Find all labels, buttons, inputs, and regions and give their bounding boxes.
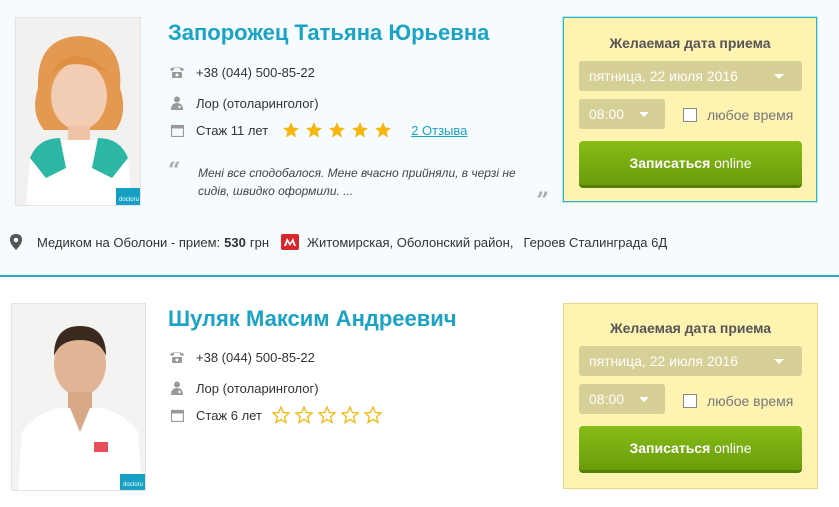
- price-unit: грн: [249, 234, 270, 250]
- specialty-row: Лор (отоларинголог): [168, 94, 319, 112]
- time-select[interactable]: 08:00: [579, 99, 665, 129]
- booking-panel: Желаемая дата приема пятница, 22 июля 20…: [563, 303, 818, 489]
- rating-stars: [282, 121, 397, 139]
- chevron-down-icon: [774, 74, 784, 79]
- chevron-down-icon: [639, 397, 649, 402]
- star-icon: [317, 406, 336, 424]
- doctor-icon: [168, 380, 186, 396]
- star-icon: [363, 406, 382, 424]
- clinic-name[interactable]: Медиком на Оболони - прием:: [37, 235, 220, 250]
- book-button-light: online: [714, 155, 752, 171]
- booking-title: Желаемая дата приема: [609, 320, 772, 336]
- phone-icon: [168, 64, 186, 80]
- svg-text:doctoru: doctoru: [123, 482, 143, 488]
- review-quote: “ Мені все сподобалося. Мене вчасно прий…: [168, 158, 553, 212]
- star-icon: [329, 122, 346, 138]
- booking-title: Желаемая дата приема: [609, 35, 771, 51]
- chevron-down-icon: [774, 359, 784, 364]
- specialty-row: Лор (отоларинголог): [168, 379, 319, 397]
- time-value: 08:00: [589, 391, 625, 407]
- book-button-bold: Записаться: [629, 155, 711, 171]
- doctor-card: doctoru Запорожец Татьяна Юрьевна +38 (0…: [0, 0, 839, 277]
- doctor-photo[interactable]: doctoru: [11, 303, 146, 491]
- book-online-button[interactable]: Записаться online: [579, 141, 802, 185]
- chevron-down-icon: [639, 112, 649, 117]
- phone-number[interactable]: +38 (044) 500-85-22: [196, 350, 315, 365]
- any-time-checkbox[interactable]: [683, 108, 697, 122]
- calendar-icon: [168, 122, 186, 138]
- phone-row: +38 (044) 500-85-22: [168, 348, 315, 366]
- phone-icon: [168, 349, 186, 365]
- any-time-label: любое время: [707, 393, 794, 409]
- doctor-name[interactable]: Шуляк Максим Андреевич: [168, 306, 457, 332]
- book-online-button[interactable]: Записаться online: [579, 426, 802, 470]
- doctor-photo[interactable]: doctoru: [15, 17, 141, 206]
- book-button-light: online: [714, 440, 752, 456]
- any-time-checkbox[interactable]: [683, 394, 697, 408]
- rating-stars: [271, 406, 387, 424]
- experience-label: Стаж 6 лет: [196, 407, 262, 423]
- specialty-label: Лор (отоларинголог): [196, 95, 319, 111]
- specialty-label: Лор (отоларинголог): [196, 380, 319, 396]
- star-icon: [283, 122, 300, 138]
- metro-icon: [281, 234, 300, 250]
- price-value: 530: [224, 234, 246, 250]
- quote-open-icon: “: [168, 158, 181, 184]
- date-value: пятница, 22 июля 2016: [589, 353, 738, 369]
- phone-row: +38 (044) 500-85-22: [168, 63, 315, 81]
- date-select[interactable]: пятница, 22 июля 2016: [579, 346, 802, 376]
- date-value: пятница, 22 июля 2016: [589, 68, 738, 84]
- calendar-icon: [168, 407, 186, 423]
- star-icon: [340, 406, 359, 424]
- metro-station: Житомирская, Оболонский район,: [307, 234, 514, 250]
- experience-row: Стаж 6 лет: [168, 406, 387, 424]
- star-icon: [375, 122, 392, 138]
- booking-panel: Желаемая дата приема пятница, 22 июля 20…: [563, 17, 817, 202]
- star-icon: [306, 122, 323, 138]
- svg-text:doctoru: doctoru: [119, 197, 139, 203]
- star-icon: [271, 406, 290, 424]
- experience-label: Стаж 11 лет: [196, 122, 269, 138]
- phone-number[interactable]: +38 (044) 500-85-22: [196, 65, 315, 80]
- experience-row: Стаж 11 лет 2 Отзыва: [168, 121, 467, 139]
- doctor-icon: [168, 95, 186, 111]
- time-select[interactable]: 08:00: [579, 384, 665, 414]
- reviews-link[interactable]: 2 Отзыва: [411, 123, 467, 138]
- doctor-name[interactable]: Запорожец Татьяна Юрьевна: [168, 20, 489, 46]
- map-pin-icon: [10, 234, 24, 250]
- review-text: Мені все сподобалося. Мене вчасно прийня…: [198, 166, 516, 198]
- any-time-option[interactable]: любое время: [683, 393, 793, 409]
- any-time-label: любое время: [707, 107, 794, 123]
- book-button-bold: Записаться: [629, 440, 711, 456]
- star-icon: [294, 406, 313, 424]
- clinic-address: Героев Сталинграда 6Д: [523, 234, 668, 250]
- any-time-option[interactable]: любое время: [683, 107, 793, 123]
- quote-close-icon: ”: [536, 188, 549, 214]
- time-value: 08:00: [589, 106, 625, 122]
- star-icon: [352, 122, 369, 138]
- date-select[interactable]: пятница, 22 июля 2016: [579, 61, 802, 91]
- doctor-card: doctoru Шуляк Максим Андреевич +38 (044)…: [0, 279, 839, 507]
- clinic-location: Медиком на Оболони - прием: 530 грн Жито…: [10, 232, 667, 252]
